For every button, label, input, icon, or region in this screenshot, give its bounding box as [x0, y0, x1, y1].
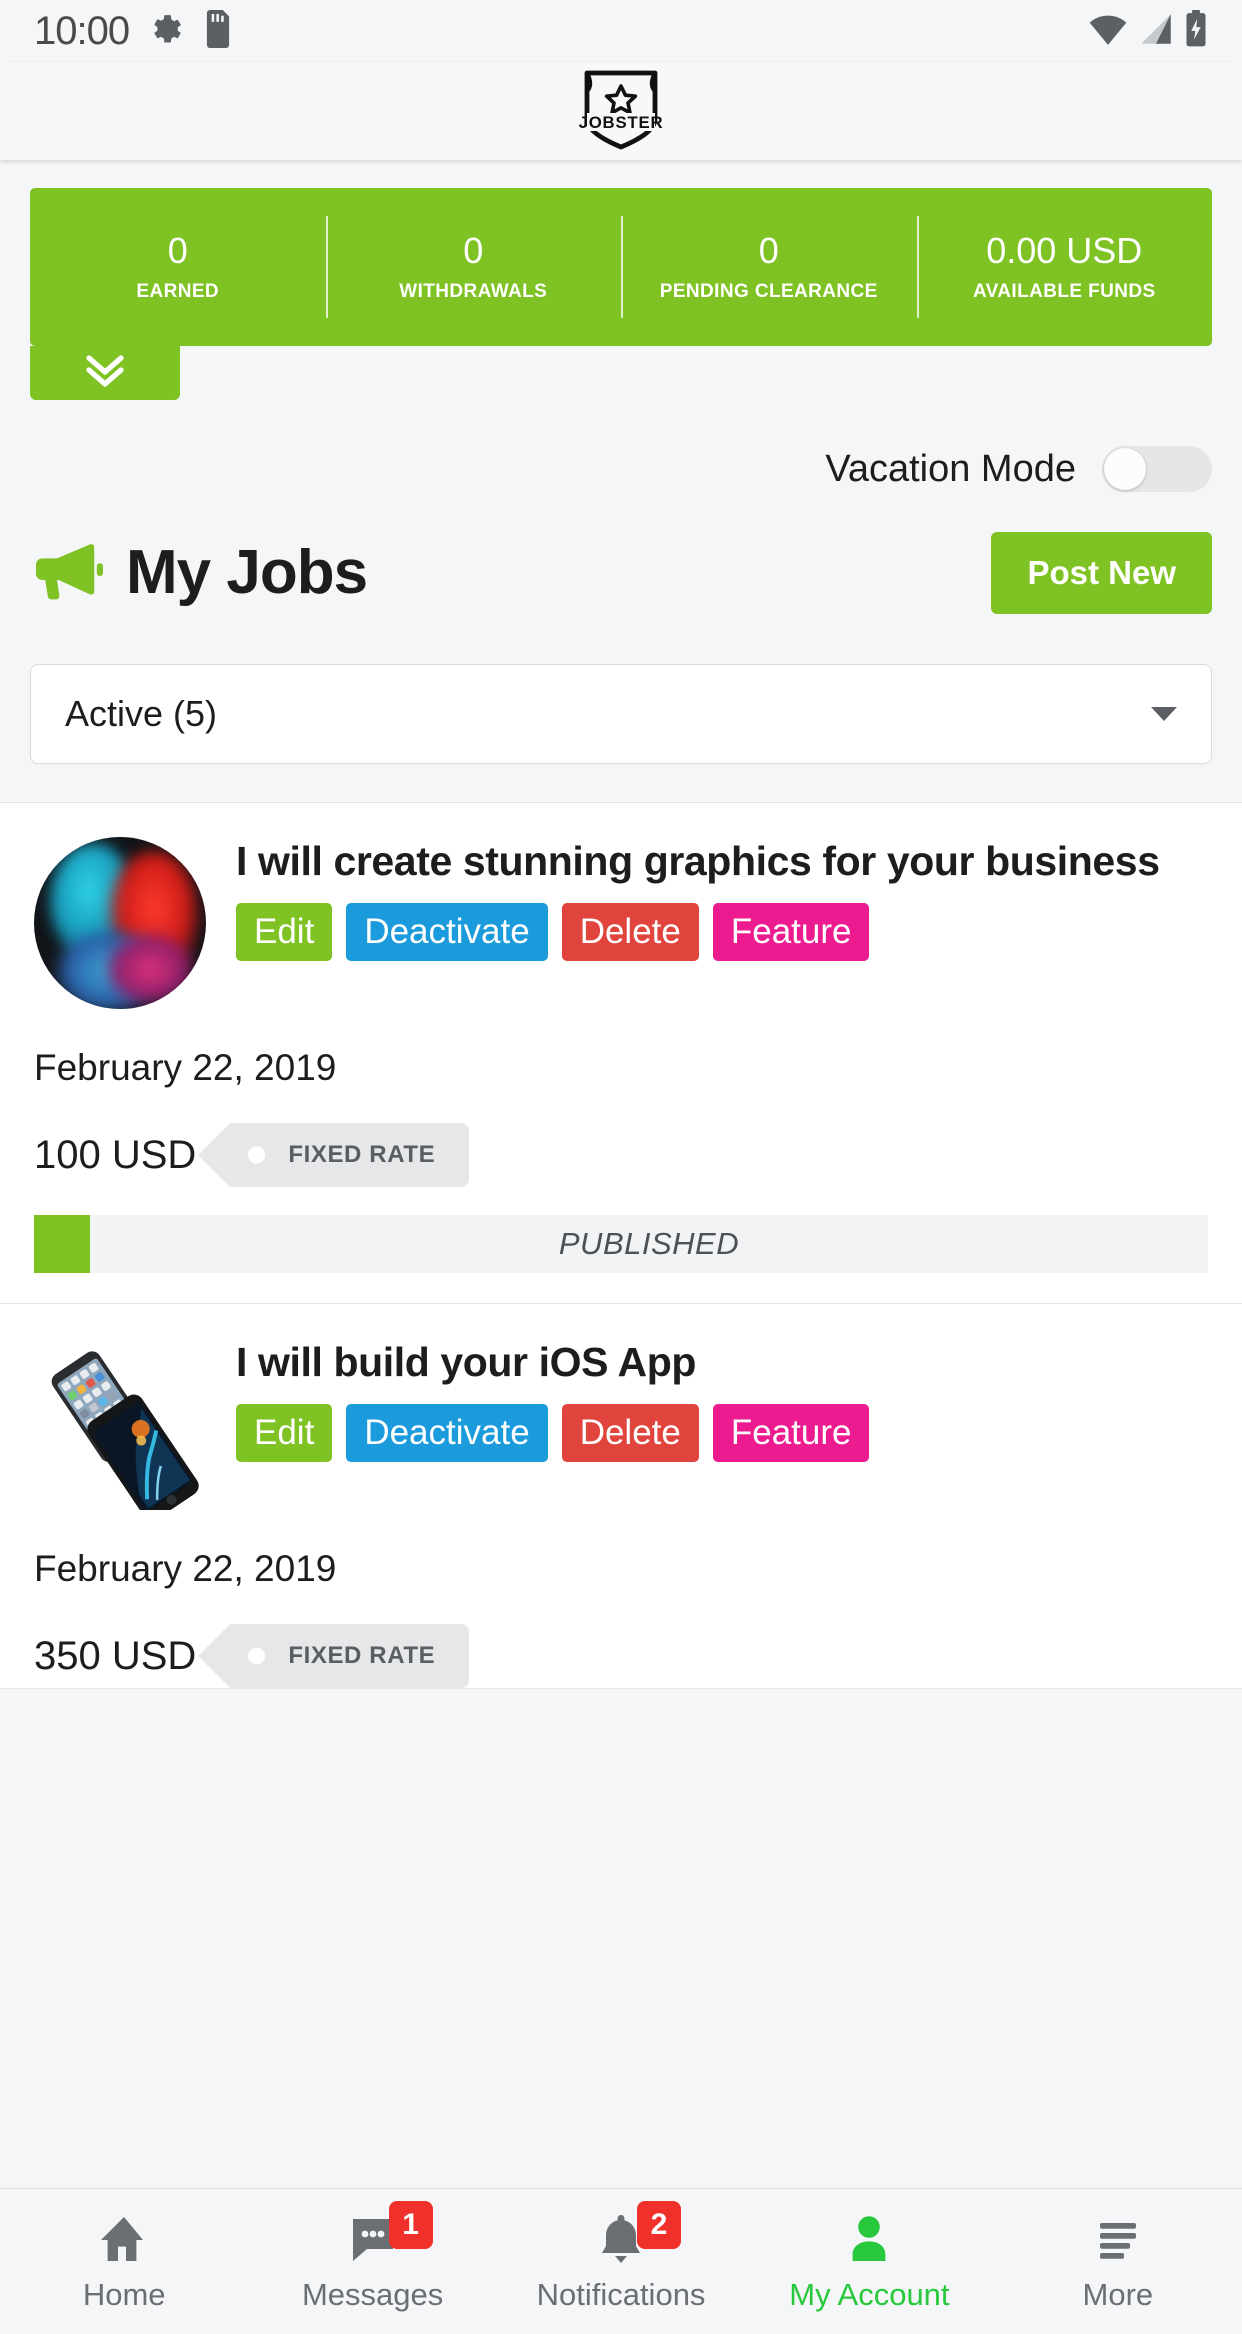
rate-type-tag: FIXED RATE: [198, 1123, 470, 1187]
battery-charging-icon: [1184, 9, 1208, 53]
status-badge: PUBLISHED: [558, 1226, 740, 1261]
job-date: February 22, 2019: [34, 1548, 337, 1589]
job-filter-wrap: Active (5): [0, 614, 1242, 764]
job-price: 350 USD: [34, 1633, 197, 1678]
status-bar-right: [1088, 9, 1208, 53]
nav-item-more[interactable]: More: [994, 2189, 1242, 2334]
double-chevron-down-icon: [81, 352, 129, 395]
nav-label-home: Home: [82, 2276, 166, 2312]
job-action-buttons: Edit Deactivate Delete Feature: [236, 903, 1208, 962]
job-thumbnail: [34, 1338, 206, 1521]
chat-bubble-icon: 1: [347, 2200, 433, 2267]
job-list-item[interactable]: I will build your iOS App Edit Deactivat…: [0, 1304, 1242, 1689]
system-status-bar: 10:00: [0, 0, 1242, 62]
nav-item-notifications[interactable]: 2 Notifications: [497, 2189, 745, 2334]
nav-item-home[interactable]: Home: [0, 2189, 248, 2334]
status-bar-clock: 10:00: [34, 8, 130, 53]
home-icon: [98, 2211, 150, 2267]
rate-type-label: FIXED RATE: [288, 1141, 436, 1168]
stat-pending-clearance-value: 0: [758, 230, 779, 272]
nav-label-notifications: Notifications: [536, 2276, 706, 2312]
feature-button[interactable]: Feature: [712, 1404, 870, 1463]
person-icon: [843, 2211, 895, 2267]
post-new-button[interactable]: Post New: [991, 532, 1212, 614]
page-title-row: My Jobs Post New: [0, 492, 1242, 614]
nav-item-my-account[interactable]: My Account: [745, 2189, 993, 2334]
stat-withdrawals-value: 0: [463, 230, 484, 272]
notifications-badge: 2: [637, 2200, 682, 2249]
app-bar: JOBSTER: [0, 62, 1242, 160]
cellular-signal-icon: [1138, 12, 1174, 51]
job-status-filter-value: Active (5): [65, 693, 218, 734]
job-item-info: I will create stunning graphics for your…: [236, 837, 1208, 962]
stat-withdrawals-label: WITHDRAWALS: [399, 280, 548, 302]
stat-earned: 0 EARNED: [30, 188, 326, 346]
stat-available-funds: 0.00 USD AVAILABLE FUNDS: [916, 188, 1213, 346]
deactivate-button[interactable]: Deactivate: [346, 1404, 548, 1463]
megaphone-icon: [30, 540, 104, 607]
job-status-bar: PUBLISHED: [34, 1215, 1208, 1273]
stat-pending-clearance: 0 PENDING CLEARANCE: [621, 188, 917, 346]
rate-type-label: FIXED RATE: [288, 1642, 436, 1669]
stat-pending-clearance-label: PENDING CLEARANCE: [659, 280, 878, 302]
mobile-screen: 10:00 JOBSTER 0 EARNED 0 WITHDRAWALS 0 P…: [0, 0, 1242, 2334]
stat-available-funds-label: AVAILABLE FUNDS: [972, 280, 1156, 302]
job-list-item[interactable]: I will create stunning graphics for your…: [0, 803, 1242, 1304]
expand-earnings-button[interactable]: [30, 346, 180, 400]
edit-button[interactable]: Edit: [236, 903, 333, 962]
vacation-mode-row: Vacation Mode: [0, 400, 1242, 492]
job-item-main: I will create stunning graphics for your…: [34, 837, 1208, 1009]
job-action-buttons: Edit Deactivate Delete Feature: [236, 1404, 1208, 1463]
graphics-ink-avatar: [34, 837, 206, 1009]
toggle-knob: [1104, 448, 1146, 490]
bottom-navigation-bar: Home 1 Messages 2 Notifications My Accou…: [0, 2188, 1242, 2334]
job-date: February 22, 2019: [34, 1047, 337, 1088]
job-thumbnail: [34, 837, 206, 1009]
status-bar-left: 10:00: [34, 9, 233, 54]
job-list: I will create stunning graphics for your…: [0, 802, 1242, 1689]
stat-available-funds-value: 0.00 USD: [986, 230, 1143, 272]
job-title: I will create stunning graphics for your…: [236, 838, 1160, 884]
nav-item-messages[interactable]: 1 Messages: [248, 2189, 496, 2334]
shield-star-logo: JOBSTER: [567, 67, 675, 156]
delete-button[interactable]: Delete: [561, 903, 699, 962]
nav-label-my-account: My Account: [789, 2276, 950, 2312]
job-title: I will build your iOS App: [236, 1339, 696, 1385]
deactivate-button[interactable]: Deactivate: [346, 903, 548, 962]
wifi-icon: [1088, 12, 1128, 51]
delete-button[interactable]: Delete: [561, 1404, 699, 1463]
job-price-row: 100 USD FIXED RATE: [34, 1123, 1208, 1187]
nav-label-more: More: [1082, 2276, 1154, 2312]
earnings-stats-bar: 0 EARNED 0 WITHDRAWALS 0 PENDING CLEARAN…: [30, 188, 1212, 346]
stat-earned-label: EARNED: [136, 280, 220, 302]
hamburger-menu-icon: [1092, 2211, 1144, 2267]
job-price-row: 350 USD FIXED RATE: [34, 1624, 1208, 1688]
ink-splash-magenta: [106, 933, 194, 1005]
tag-hole-icon: [248, 1146, 266, 1164]
earnings-panel: 0 EARNED 0 WITHDRAWALS 0 PENDING CLEARAN…: [0, 160, 1242, 400]
job-item-main: I will build your iOS App Edit Deactivat…: [34, 1338, 1208, 1521]
vacation-mode-label: Vacation Mode: [825, 447, 1076, 490]
page-body: 0 EARNED 0 WITHDRAWALS 0 PENDING CLEARAN…: [0, 160, 1242, 2188]
ios-phones-image: [34, 1338, 206, 1521]
nav-label-messages: Messages: [301, 2276, 444, 2312]
chevron-down-icon: [1151, 707, 1177, 721]
page-title: My Jobs: [126, 538, 368, 607]
job-status-filter-select[interactable]: Active (5): [30, 664, 1212, 764]
status-color-chip: [34, 1215, 90, 1273]
edit-button[interactable]: Edit: [236, 1404, 333, 1463]
messages-badge: 1: [388, 2200, 433, 2249]
job-price: 100 USD: [34, 1132, 197, 1177]
tag-hole-icon: [248, 1647, 266, 1665]
svg-text:JOBSTER: JOBSTER: [579, 113, 664, 132]
settings-gear-icon: [147, 10, 185, 53]
stat-earned-value: 0: [167, 230, 188, 272]
job-item-info: I will build your iOS App Edit Deactivat…: [236, 1338, 1208, 1463]
feature-button[interactable]: Feature: [712, 903, 870, 962]
sd-card-icon: [203, 9, 233, 53]
bell-icon: 2: [595, 2200, 682, 2267]
vacation-mode-toggle[interactable]: [1102, 446, 1212, 492]
stat-withdrawals: 0 WITHDRAWALS: [325, 188, 622, 346]
rate-type-tag: FIXED RATE: [198, 1624, 470, 1688]
